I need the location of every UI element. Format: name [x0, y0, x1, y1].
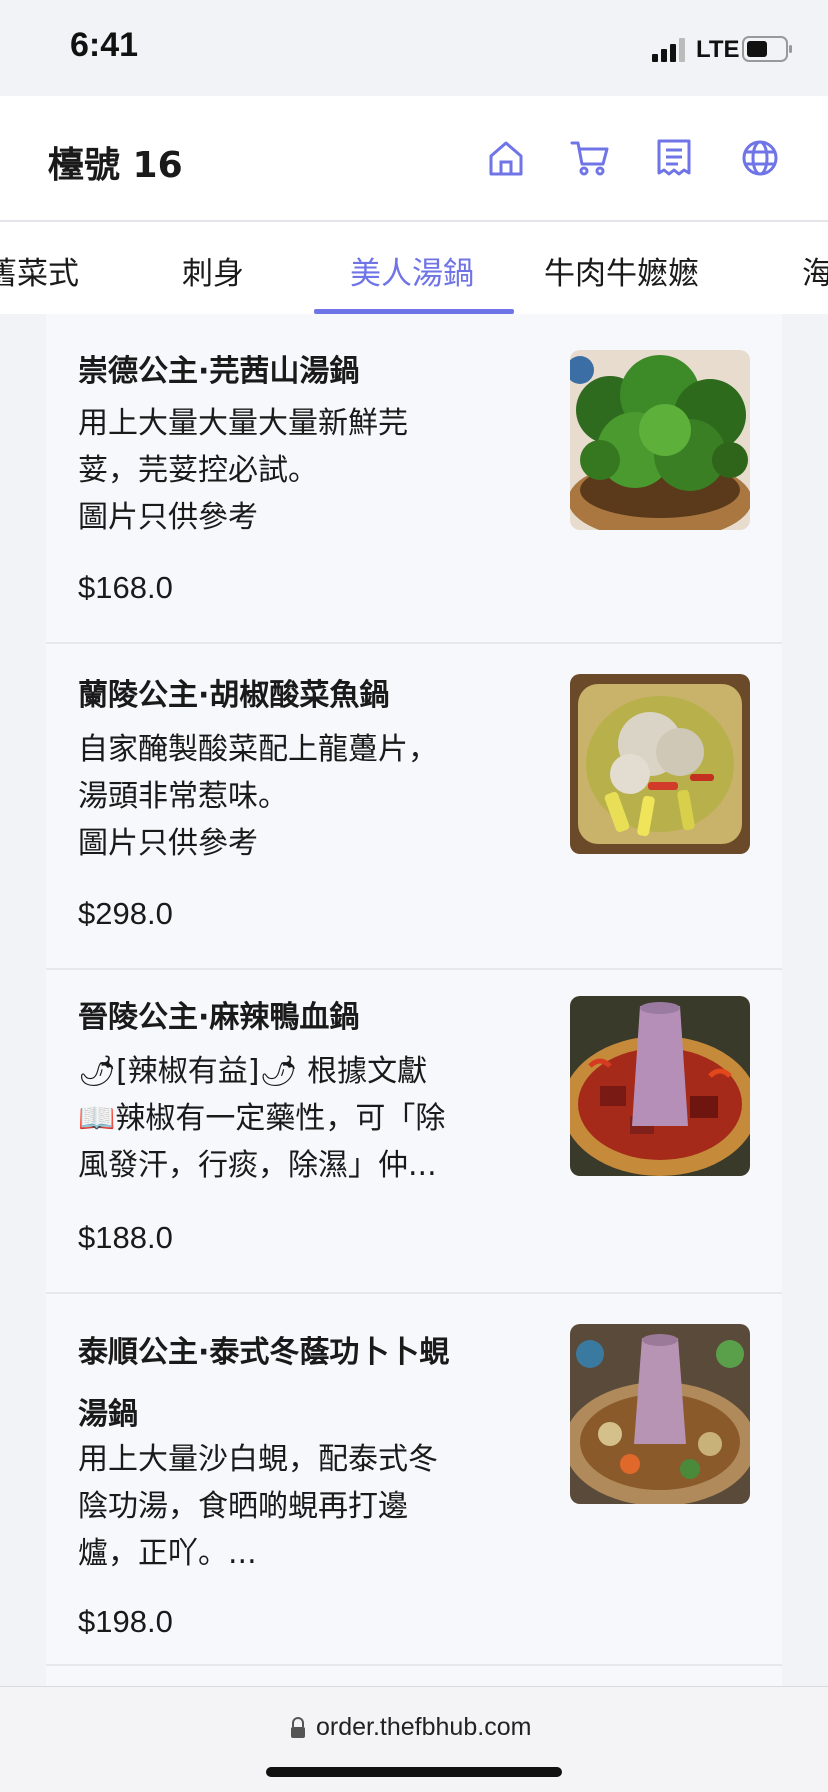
item-name: 蘭陵公主·胡椒酸菜魚鍋: [78, 678, 390, 713]
home-indicator[interactable]: [266, 1767, 562, 1777]
item-name: 泰順公主·泰式冬蔭功卜卜蜆 湯鍋: [78, 1335, 450, 1432]
item-description: 用上大量沙白蜆，配泰式冬 陰功湯，食晒啲蜆再打邊 爐，正吖。...: [78, 1442, 438, 1571]
menu-item[interactable]: 崇德公主·芫茜山湯鍋 用上大量大量大量新鮮芫 荽，芫荽控必試。 圖片只供參考 $…: [46, 314, 782, 644]
menu-item[interactable]: 泰順公主·泰式冬蔭功卜卜蜆 湯鍋 用上大量沙白蜆，配泰式冬 陰功湯，食晒啲蜆再打…: [46, 1294, 782, 1666]
item-photo[interactable]: [570, 350, 750, 530]
signal-icon: [652, 38, 685, 62]
url-text[interactable]: order.thefbhub.com: [316, 1713, 531, 1742]
item-name: 崇德公主·芫茜山湯鍋: [78, 354, 360, 389]
item-description: 🌶[辣椒有益]🌶 根據文獻 📖辣椒有一定藥性，可「除 風發汗，行痰，除濕」仲..…: [78, 1054, 446, 1183]
status-time: 6:41: [70, 26, 139, 64]
table-number: 檯號 16: [48, 145, 183, 186]
menu-item-list: 崇德公主·芫茜山湯鍋 用上大量大量大量新鮮芫 荽，芫荽控必試。 圖片只供參考 $…: [46, 314, 782, 1686]
item-price: $298.0: [78, 896, 173, 931]
battery-icon: [742, 36, 792, 62]
tab-item[interactable]: 海: [802, 248, 828, 293]
app-header: 檯號 16: [0, 96, 828, 222]
coriander-hotpot-image: [570, 350, 750, 530]
item-description: 用上大量大量大量新鮮芫 荽，芫荽控必試。 圖片只供參考: [78, 406, 408, 535]
item-photo[interactable]: [570, 996, 750, 1176]
item-description: 自家醃製酸菜配上龍躉片， 湯頭非常惹味。 圖片只供參考: [78, 732, 438, 861]
status-bar: 6:41 LTE: [0, 0, 828, 96]
home-icon[interactable]: [486, 138, 526, 178]
network-type: LTE: [696, 36, 740, 63]
tab-item-active[interactable]: 美人湯鍋: [350, 248, 474, 293]
item-price: $198.0: [78, 1604, 173, 1639]
tab-item[interactable]: 舊菜式: [0, 248, 79, 293]
item-price: $188.0: [78, 1220, 173, 1255]
lock-icon: [291, 1717, 305, 1738]
menu-item[interactable]: 晉陵公主·麻辣鴨血鍋 🌶[辣椒有益]🌶 根據文獻 📖辣椒有一定藥性，可「除 風發…: [46, 970, 782, 1294]
tab-item[interactable]: 牛肉牛嬷嬷: [544, 248, 699, 293]
item-name: 晉陵公主·麻辣鴨血鍋: [78, 1000, 360, 1035]
cart-icon[interactable]: [570, 138, 610, 178]
category-tabs: 舊菜式 刺身 美人湯鍋 牛肉牛嬷嬷 海: [0, 222, 828, 314]
tab-item[interactable]: 刺身: [182, 248, 244, 293]
item-photo[interactable]: [570, 674, 750, 854]
tom-yum-clam-hotpot-image: [570, 1324, 750, 1504]
globe-icon[interactable]: [740, 138, 780, 178]
pickled-fish-hotpot-image: [570, 674, 750, 854]
receipt-icon[interactable]: [654, 138, 694, 178]
item-price: $168.0: [78, 570, 173, 605]
browser-url-bar[interactable]: order.thefbhub.com: [0, 1686, 828, 1792]
menu-item[interactable]: 蘭陵公主·胡椒酸菜魚鍋 自家醃製酸菜配上龍躉片， 湯頭非常惹味。 圖片只供參考 …: [46, 644, 782, 970]
item-photo[interactable]: [570, 1324, 750, 1504]
spicy-duck-blood-hotpot-image: [570, 996, 750, 1176]
